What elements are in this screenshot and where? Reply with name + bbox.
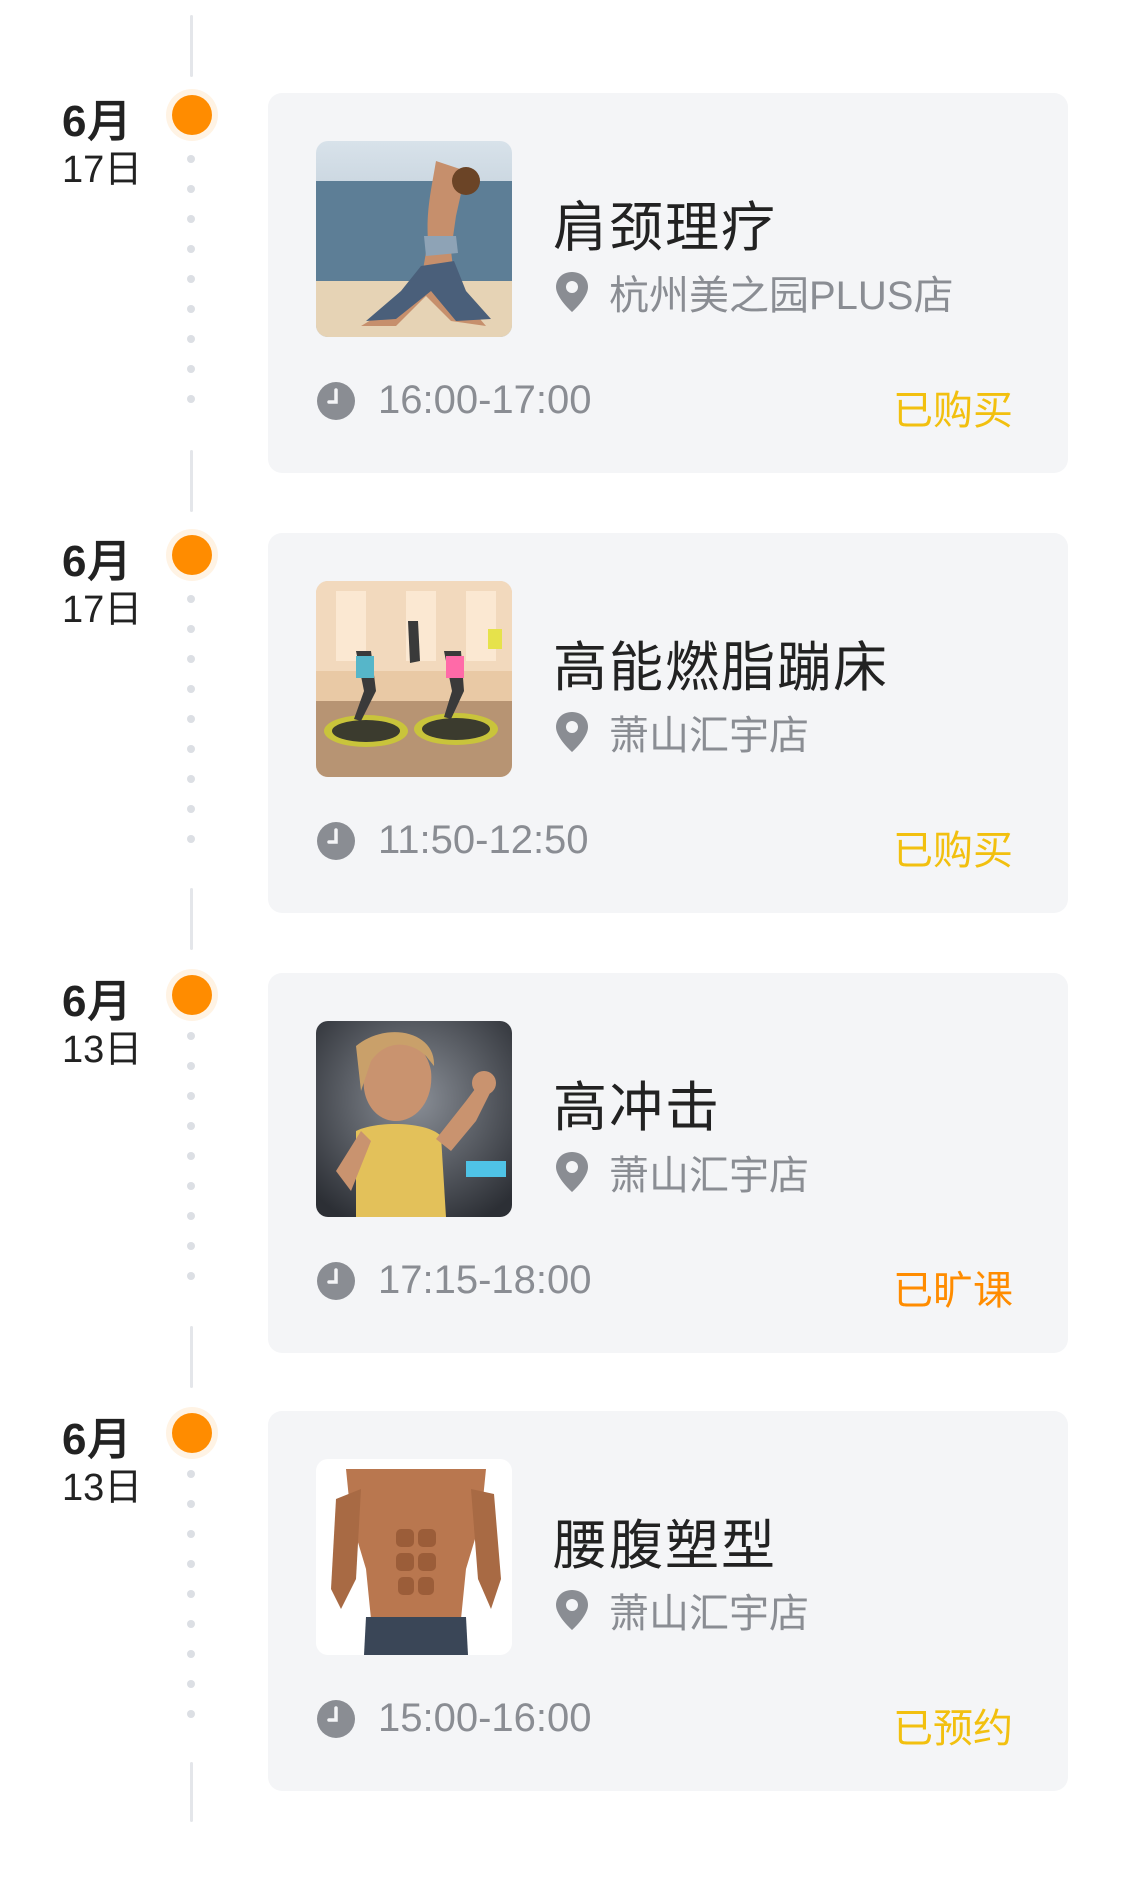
timeline-node (172, 1413, 212, 1453)
location-pin-icon (556, 1590, 588, 1630)
date-month: 6月 (62, 1415, 133, 1464)
location-text: 萧山汇宇店 (609, 714, 809, 758)
date-label: 6月 13日 (62, 976, 162, 1072)
course-card[interactable]: 高冲击 萧山汇宇店 17:15-18:00 已旷课 (268, 973, 1068, 1353)
course-location: 萧山汇宇店 (553, 1581, 809, 1639)
timeline-dots (187, 1032, 196, 1302)
course-time: 17:15-18:00 (316, 1258, 592, 1303)
clock-icon (317, 381, 355, 420)
course-card[interactable]: 高能燃脂蹦床 萧山汇宇店 11:50-12:50 已购买 (268, 533, 1068, 913)
course-location: 萧山汇宇店 (553, 703, 809, 761)
clock-icon (317, 1699, 355, 1738)
course-time: 11:50-12:50 (316, 818, 589, 863)
location-pin-icon (556, 1152, 588, 1192)
yoga-photo-icon (316, 141, 512, 337)
timeline-line (190, 1762, 193, 1822)
date-label: 6月 17日 (62, 96, 162, 192)
course-title: 高冲击 (553, 1078, 721, 1138)
location-text: 杭州美之园PLUS店 (609, 274, 954, 318)
course-location: 萧山汇宇店 (553, 1143, 809, 1201)
timeline-line (190, 888, 193, 950)
timeline-node (172, 95, 212, 135)
date-month: 6月 (62, 97, 133, 146)
location-pin-icon (556, 272, 588, 312)
location-text: 萧山汇宇店 (609, 1154, 809, 1198)
course-card[interactable]: 肩颈理疗 杭州美之园PLUS店 16:00-17:00 已购买 (268, 93, 1068, 473)
date-day: 13日 (62, 1029, 143, 1071)
location-text: 萧山汇宇店 (609, 1592, 809, 1636)
course-title: 高能燃脂蹦床 (553, 638, 889, 698)
trampoline-photo-icon (316, 581, 512, 777)
date-month: 6月 (62, 537, 133, 586)
course-timeline: 6月 17日 肩颈理疗 杭州美之园PLUS店 16:00-17:00 已购买 6… (0, 0, 1125, 1878)
status-badge: 已旷课 (893, 1269, 1013, 1313)
status-badge: 已预约 (893, 1707, 1013, 1751)
course-time: 16:00-17:00 (316, 378, 592, 423)
date-day: 13日 (62, 1467, 143, 1509)
boxing-photo-icon (316, 1021, 512, 1217)
time-text: 15:00-16:00 (378, 1696, 592, 1740)
date-day: 17日 (62, 589, 143, 631)
timeline-line (190, 15, 193, 77)
date-label: 6月 17日 (62, 536, 162, 632)
course-title: 肩颈理疗 (553, 198, 777, 258)
clock-icon (317, 1261, 355, 1300)
date-month: 6月 (62, 977, 133, 1026)
timeline-dots (187, 595, 196, 865)
timeline-line (190, 1326, 193, 1388)
timeline-dots (187, 1470, 196, 1740)
timeline-node (172, 535, 212, 575)
time-text: 17:15-18:00 (378, 1258, 592, 1302)
abs-photo-icon (316, 1459, 512, 1655)
time-text: 16:00-17:00 (378, 378, 592, 422)
date-label: 6月 13日 (62, 1414, 162, 1510)
timeline-node (172, 975, 212, 1015)
date-day: 17日 (62, 149, 143, 191)
course-location: 杭州美之园PLUS店 (553, 263, 954, 321)
location-pin-icon (556, 712, 588, 752)
clock-icon (317, 821, 355, 860)
status-badge: 已购买 (893, 389, 1013, 433)
course-card[interactable]: 腰腹塑型 萧山汇宇店 15:00-16:00 已预约 (268, 1411, 1068, 1791)
timeline-dots (187, 155, 196, 425)
time-text: 11:50-12:50 (378, 818, 589, 862)
course-time: 15:00-16:00 (316, 1696, 592, 1741)
timeline-line (190, 450, 193, 512)
course-title: 腰腹塑型 (553, 1516, 777, 1576)
status-badge: 已购买 (893, 829, 1013, 873)
